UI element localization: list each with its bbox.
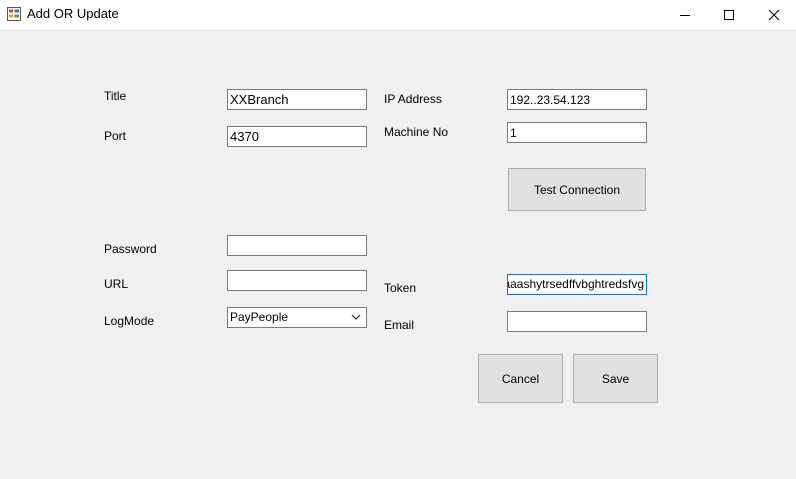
minimize-icon: [680, 14, 690, 16]
password-label: Password: [104, 242, 157, 256]
ip-address-field[interactable]: [507, 89, 647, 110]
chevron-down-icon: [351, 314, 361, 320]
title-bar: Add OR Update: [0, 0, 796, 29]
url-field[interactable]: [227, 270, 367, 291]
token-value: aaaaashytrsedffvbghtredsfvg: [508, 277, 644, 291]
save-button[interactable]: Save: [573, 354, 658, 403]
app-form-icon: [7, 7, 21, 21]
maximize-button[interactable]: [706, 0, 752, 29]
email-field[interactable]: [507, 311, 647, 332]
close-icon: [768, 9, 780, 20]
logmode-label: LogMode: [104, 314, 155, 328]
close-button[interactable]: [751, 0, 796, 29]
token-field[interactable]: aaaaashytrsedffvbghtredsfvg: [507, 274, 647, 295]
title-field[interactable]: [227, 89, 367, 110]
title-label: Title: [104, 89, 127, 103]
token-label: Token: [384, 281, 417, 295]
logmode-selected-value: PayPeople: [230, 310, 289, 324]
email-label: Email: [384, 318, 415, 332]
maximize-icon: [724, 9, 734, 20]
machine-no-label: Machine No: [384, 125, 449, 139]
ip-address-label: IP Address: [384, 92, 442, 106]
machine-no-field[interactable]: [507, 122, 647, 143]
logmode-select[interactable]: PayPeople: [227, 307, 367, 328]
minimize-button[interactable]: [662, 0, 708, 29]
url-label: URL: [104, 277, 129, 291]
test-connection-button[interactable]: Test Connection: [508, 168, 646, 211]
password-field[interactable]: [227, 235, 367, 256]
port-label: Port: [104, 129, 127, 143]
cancel-button[interactable]: Cancel: [478, 354, 563, 403]
window-title: Add OR Update: [27, 6, 119, 21]
port-field[interactable]: [227, 126, 367, 147]
